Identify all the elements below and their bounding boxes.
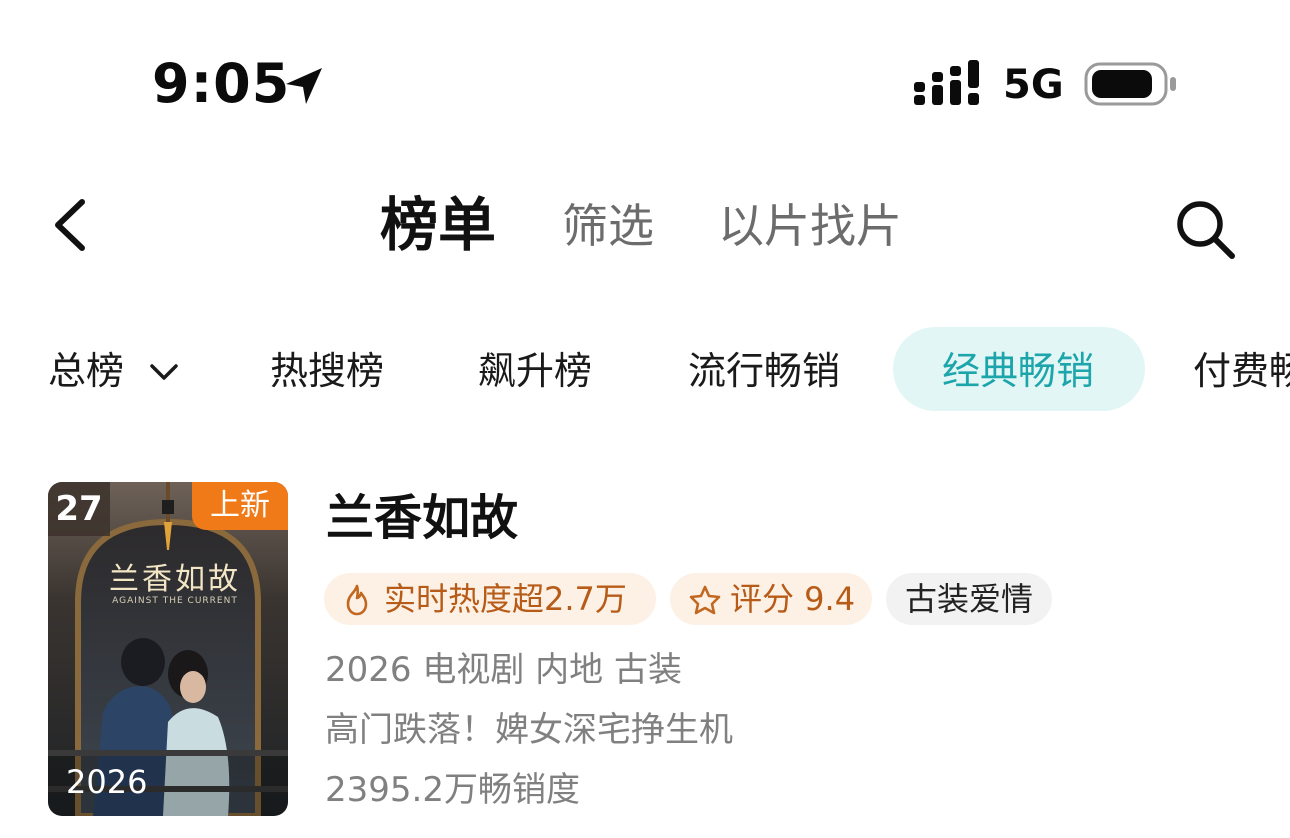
poster-year: 2026 (66, 763, 148, 801)
category-rising[interactable]: 飙升榜 (478, 346, 592, 396)
score-tag-text: 评分 9.4 (730, 580, 856, 618)
category-hot-search[interactable]: 热搜榜 (270, 346, 384, 396)
back-chevron-icon[interactable] (48, 196, 98, 254)
heat-tag: 实时热度超2.7万 (324, 573, 656, 625)
score-tag: 评分 9.4 (670, 573, 872, 625)
category-classic-bestseller[interactable]: 经典畅销 (942, 346, 1094, 396)
network-type: 5G (1003, 62, 1064, 108)
flame-icon (346, 584, 368, 616)
new-badge: 上新 (192, 482, 288, 530)
star-icon (689, 585, 721, 615)
poster-title-text: 兰香如故 (109, 562, 241, 597)
tab-find-by-image[interactable]: 以片找片 (718, 196, 902, 256)
item-description: 高门跌落！婢女深宅挣生机 (325, 710, 733, 750)
heat-tag-text: 实时热度超2.7万 (384, 580, 627, 618)
item-title[interactable]: 兰香如故 (326, 486, 518, 550)
category-all[interactable]: 总榜 (48, 346, 124, 396)
status-time: 9:05 (152, 52, 291, 115)
category-popular-bestseller[interactable]: 流行畅销 (688, 346, 840, 396)
category-paid-bestseller[interactable]: 付费畅 (1193, 346, 1290, 396)
tab-filter[interactable]: 筛选 (562, 196, 654, 256)
genre-tag[interactable]: 古装爱情 (886, 573, 1052, 625)
poster-subtitle-text: AGAINST THE CURRENT (112, 596, 238, 606)
tab-ranking[interactable]: 榜单 (380, 190, 496, 260)
item-sales: 2395.2万畅销度 (325, 770, 580, 810)
item-info: 2026 电视剧 内地 古装 (325, 650, 682, 690)
chevron-down-icon[interactable] (148, 356, 180, 388)
location-arrow-icon (286, 68, 322, 104)
rank-badge: 27 (48, 482, 110, 536)
battery-icon (1084, 62, 1176, 106)
signal-strength-icon (914, 60, 979, 105)
search-icon[interactable] (1172, 196, 1238, 262)
